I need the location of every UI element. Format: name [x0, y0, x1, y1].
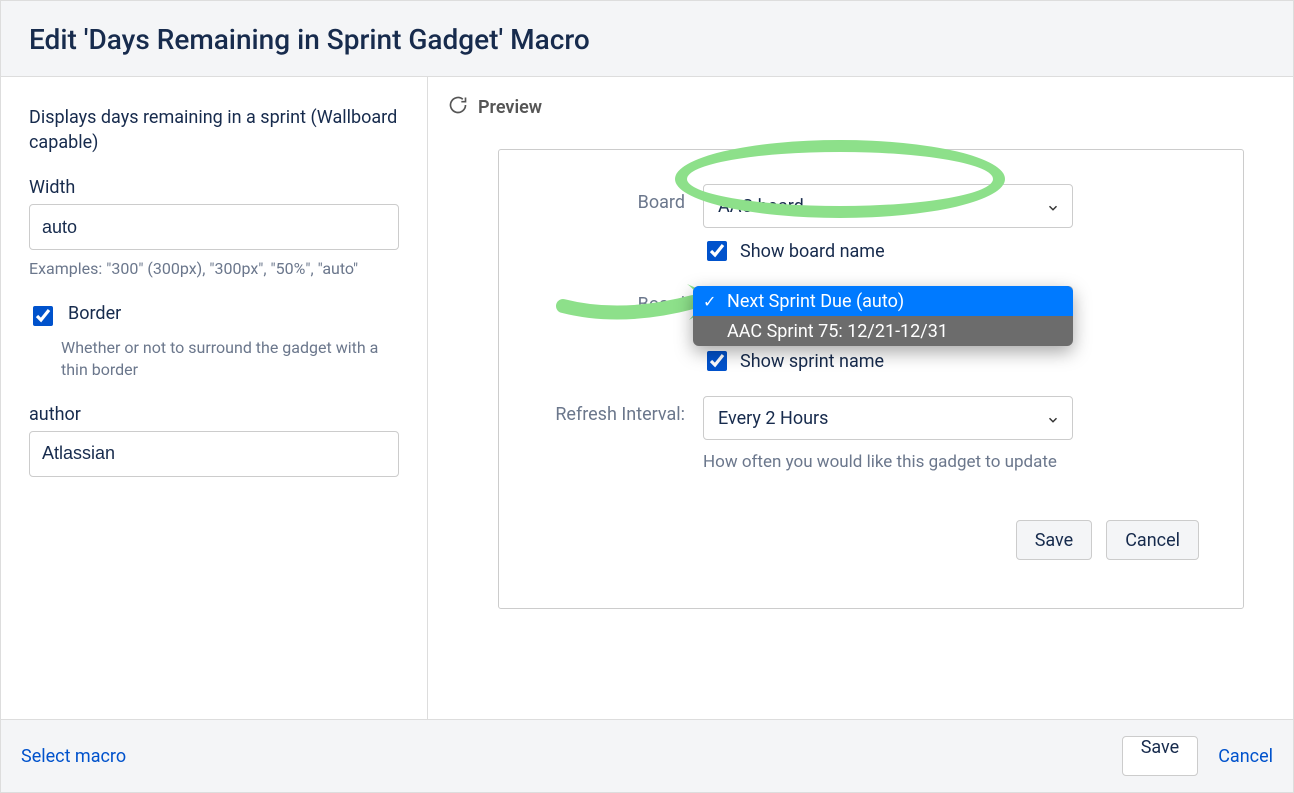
board-label: Board — [543, 184, 703, 213]
gadget-cancel-button[interactable]: Cancel — [1106, 520, 1199, 560]
config-panel: Displays days remaining in a sprint (Wal… — [1, 77, 428, 719]
dialog-title: Edit 'Days Remaining in Sprint Gadget' M… — [29, 23, 1265, 56]
width-label: Width — [29, 177, 399, 198]
gadget-preview: Board AAC board Show board name — [498, 149, 1244, 609]
refresh-label: Refresh Interval: — [543, 396, 703, 425]
preview-title: Preview — [478, 97, 542, 118]
preview-header: Preview — [448, 95, 1275, 119]
board-row: Board AAC board Show board name — [543, 184, 1199, 264]
sprint-option-label: Next Sprint Due (auto) — [727, 291, 904, 312]
dialog-title-bar: Edit 'Days Remaining in Sprint Gadget' M… — [1, 1, 1293, 77]
footer-cancel-link[interactable]: Cancel — [1218, 746, 1273, 767]
refresh-select[interactable]: Every 2 Hours — [703, 396, 1073, 440]
sprint-option-auto[interactable]: Next Sprint Due (auto) — [693, 286, 1073, 316]
border-help: Whether or not to surround the gadget wi… — [61, 337, 399, 382]
show-board-label: Show board name — [740, 241, 885, 262]
sprint-label: Board — [543, 286, 703, 315]
author-group: author — [29, 404, 399, 477]
sprint-dropdown: Next Sprint Due (auto) AAC Sprint 75: 12… — [693, 286, 1073, 346]
preview-panel: Preview Board AAC board — [428, 77, 1293, 719]
sprint-option-label: AAC Sprint 75: 12/21-12/31 — [727, 321, 948, 342]
sprint-row: Board Next Sprint Due (auto) — [543, 286, 1199, 374]
author-input[interactable] — [29, 431, 399, 477]
show-sprint-checkbox[interactable] — [707, 351, 727, 371]
gadget-button-row: Save Cancel — [543, 520, 1199, 560]
show-sprint-label: Show sprint name — [740, 351, 884, 372]
board-select-value: AAC board — [718, 196, 804, 217]
width-group: Width Examples: "300" (300px), "300px", … — [29, 177, 399, 280]
macro-description: Displays days remaining in a sprint (Wal… — [29, 105, 399, 155]
sprint-option-75[interactable]: AAC Sprint 75: 12/21-12/31 — [693, 316, 1073, 346]
border-label: Border — [68, 303, 121, 324]
show-board-checkbox[interactable] — [707, 241, 727, 261]
chevron-down-icon — [1046, 199, 1060, 213]
dialog-body: Displays days remaining in a sprint (Wal… — [1, 77, 1293, 719]
footer-save-button[interactable]: Save — [1122, 736, 1199, 776]
select-macro-link[interactable]: Select macro — [21, 746, 126, 767]
show-sprint-row: Show sprint name — [703, 348, 1199, 374]
width-help: Examples: "300" (300px), "300px", "50%",… — [29, 258, 399, 280]
refresh-row: Refresh Interval: Every 2 Hours How ofte… — [543, 396, 1199, 472]
gadget-save-label: Save — [1035, 530, 1074, 551]
gadget-save-button[interactable]: Save — [1016, 520, 1093, 560]
gadget-cancel-label: Cancel — [1125, 530, 1180, 551]
macro-editor-dialog: Edit 'Days Remaining in Sprint Gadget' M… — [0, 0, 1294, 793]
chevron-down-icon — [1046, 411, 1060, 425]
width-input[interactable] — [29, 204, 399, 250]
show-board-row: Show board name — [703, 238, 1199, 264]
refresh-select-value: Every 2 Hours — [718, 408, 828, 429]
refresh-icon — [448, 95, 468, 119]
border-row: Border — [29, 303, 399, 329]
border-checkbox[interactable] — [33, 306, 53, 326]
dialog-footer: Select macro Save Cancel — [1, 719, 1293, 792]
footer-save-label: Save — [1141, 737, 1180, 758]
author-label: author — [29, 404, 399, 425]
refresh-help: How often you would like this gadget to … — [703, 452, 1199, 472]
board-select[interactable]: AAC board — [703, 184, 1073, 228]
